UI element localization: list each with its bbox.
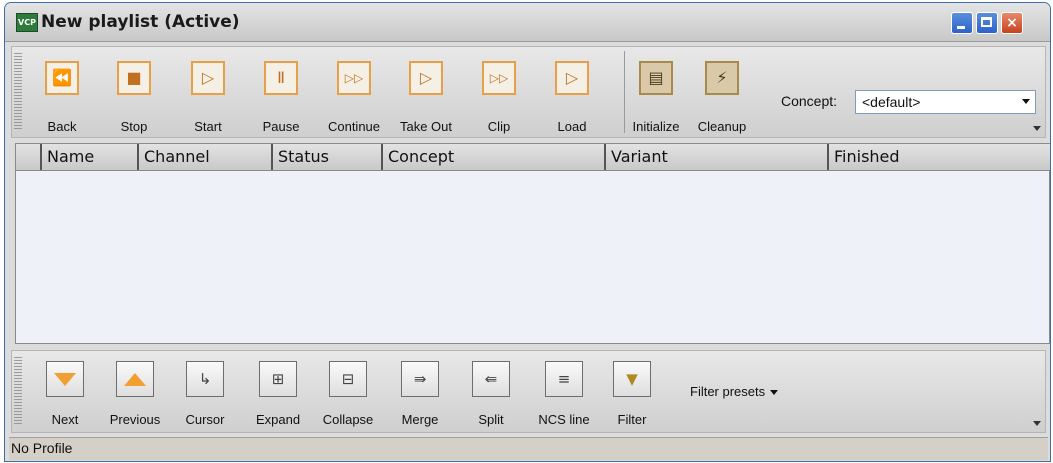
cursor-icon: ↳ — [186, 361, 224, 397]
take-out-label: Take Out — [399, 119, 453, 134]
concept-value: <default> — [862, 94, 921, 110]
arrow-up-icon — [116, 361, 154, 397]
continue-button[interactable]: ▷▷ Continue — [321, 47, 387, 137]
clip-icon: ▷▷ — [482, 61, 516, 95]
previous-button[interactable]: Previous — [102, 351, 168, 433]
load-icon: ▷ — [555, 61, 589, 95]
merge-button[interactable]: ⇛ Merge — [392, 351, 448, 433]
continue-icon: ▷▷ — [337, 61, 371, 95]
back-label: Back — [47, 119, 77, 134]
filter-button[interactable]: ▼ Filter — [604, 351, 660, 433]
stop-button[interactable]: ■ Stop — [106, 47, 162, 137]
playlist-toolbar: ⏪ Back ■ Stop ▷ Start Ⅱ Pause ▷▷ Continu… — [11, 46, 1046, 138]
previous-label: Previous — [109, 412, 161, 427]
window-title: New playlist (Active) — [41, 12, 240, 32]
filter-presets-label: Filter presets — [690, 384, 766, 399]
caret-down-icon — [770, 390, 779, 396]
toolbar-grip[interactable] — [14, 357, 22, 425]
status-bar: No Profile — [9, 437, 1048, 460]
split-button[interactable]: ⇚ Split — [463, 351, 519, 433]
pause-button[interactable]: Ⅱ Pause — [253, 47, 309, 137]
expand-icon: ⊞ — [259, 361, 297, 397]
cleanup-button[interactable]: ⚡ Cleanup — [689, 47, 755, 137]
back-icon: ⏪ — [45, 61, 79, 95]
column-header-finished[interactable]: Finished — [827, 144, 1049, 170]
next-button[interactable]: Next — [34, 351, 96, 433]
chevron-down-icon — [1022, 99, 1030, 104]
table-header: Name Channel Status Concept Variant Fini… — [16, 144, 1050, 171]
collapse-label: Collapse — [322, 412, 374, 427]
initialize-icon: ▤ — [639, 61, 673, 95]
take-out-button[interactable]: ▷ Take Out — [393, 47, 459, 137]
column-header-status[interactable]: Status — [271, 144, 381, 170]
navigation-toolbar: Next Previous ↳ Cursor ⊞ Expand ⊟ Collap… — [11, 350, 1046, 433]
ncs-line-icon: ≡ — [545, 361, 583, 397]
filter-presets-menu[interactable]: Filter presets — [690, 384, 779, 399]
playlist-window: VCP New playlist (Active) × ⏪ Back ■ Sto… — [4, 2, 1051, 462]
ncs-line-button[interactable]: ≡ NCS line — [533, 351, 595, 433]
stop-icon: ■ — [117, 61, 151, 95]
split-icon: ⇚ — [472, 361, 510, 397]
load-label: Load — [557, 119, 587, 134]
maximize-button[interactable] — [976, 12, 998, 34]
column-header-channel[interactable]: Channel — [137, 144, 271, 170]
stop-label: Stop — [120, 119, 148, 134]
clip-label: Clip — [487, 119, 511, 134]
column-header-name[interactable]: Name — [40, 144, 137, 170]
close-button[interactable]: × — [1001, 12, 1023, 34]
clip-button[interactable]: ▷▷ Clip — [471, 47, 527, 137]
filter-icon: ▼ — [613, 361, 651, 397]
continue-label: Continue — [327, 119, 381, 134]
merge-icon: ⇛ — [401, 361, 439, 397]
start-button[interactable]: ▷ Start — [180, 47, 236, 137]
next-label: Next — [51, 412, 79, 427]
take-out-icon: ▷ — [409, 61, 443, 95]
title-bar[interactable]: VCP New playlist (Active) × — [5, 3, 1050, 42]
minimize-icon — [957, 26, 965, 29]
pause-icon: Ⅱ — [264, 61, 298, 95]
load-button[interactable]: ▷ Load — [544, 47, 600, 137]
column-header-variant[interactable]: Variant — [604, 144, 827, 170]
initialize-label: Initialize — [632, 119, 680, 134]
concept-select[interactable]: <default> — [855, 90, 1036, 114]
collapse-icon: ⊟ — [329, 361, 367, 397]
maximize-icon — [981, 17, 992, 27]
ncs-line-label: NCS line — [538, 412, 590, 427]
toolbar-grip[interactable] — [14, 53, 22, 131]
concept-label: Concept: — [781, 93, 838, 109]
playlist-table: Name Channel Status Concept Variant Fini… — [15, 143, 1050, 344]
close-icon: × — [1006, 15, 1018, 31]
start-icon: ▷ — [191, 61, 225, 95]
filter-label: Filter — [617, 412, 647, 427]
split-label: Split — [478, 412, 504, 427]
column-header-concept[interactable]: Concept — [381, 144, 604, 170]
status-text: No Profile — [11, 440, 73, 456]
toolbar-overflow-icon[interactable] — [1033, 126, 1041, 131]
cleanup-label: Cleanup — [697, 119, 747, 134]
expand-button[interactable]: ⊞ Expand — [248, 351, 308, 433]
pause-label: Pause — [262, 119, 300, 134]
arrow-down-icon — [46, 361, 84, 397]
cursor-button[interactable]: ↳ Cursor — [177, 351, 233, 433]
toolbar-overflow-icon[interactable] — [1033, 421, 1041, 426]
minimize-button[interactable] — [951, 12, 973, 34]
cleanup-icon: ⚡ — [705, 61, 739, 95]
back-button[interactable]: ⏪ Back — [34, 47, 90, 137]
merge-label: Merge — [401, 412, 439, 427]
cursor-label: Cursor — [185, 412, 225, 427]
expand-label: Expand — [255, 412, 301, 427]
vcp-app-icon: VCP — [16, 13, 38, 32]
initialize-button[interactable]: ▤ Initialize — [623, 47, 689, 137]
collapse-button[interactable]: ⊟ Collapse — [315, 351, 381, 433]
start-label: Start — [194, 119, 222, 134]
table-body[interactable] — [16, 171, 1049, 343]
